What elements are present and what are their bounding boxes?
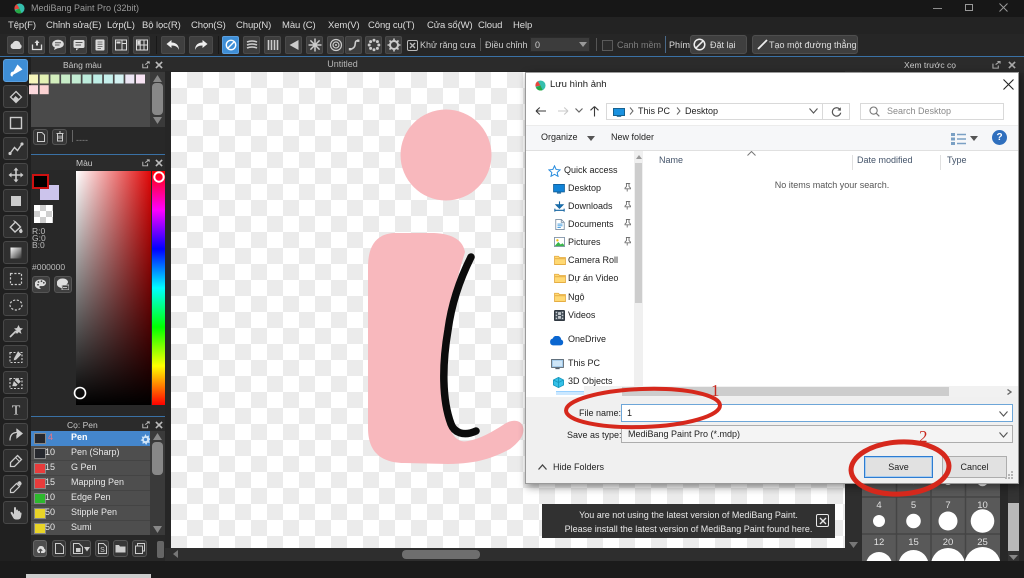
svg-text:1: 1 — [711, 381, 720, 400]
svg-text:2: 2 — [919, 427, 928, 446]
